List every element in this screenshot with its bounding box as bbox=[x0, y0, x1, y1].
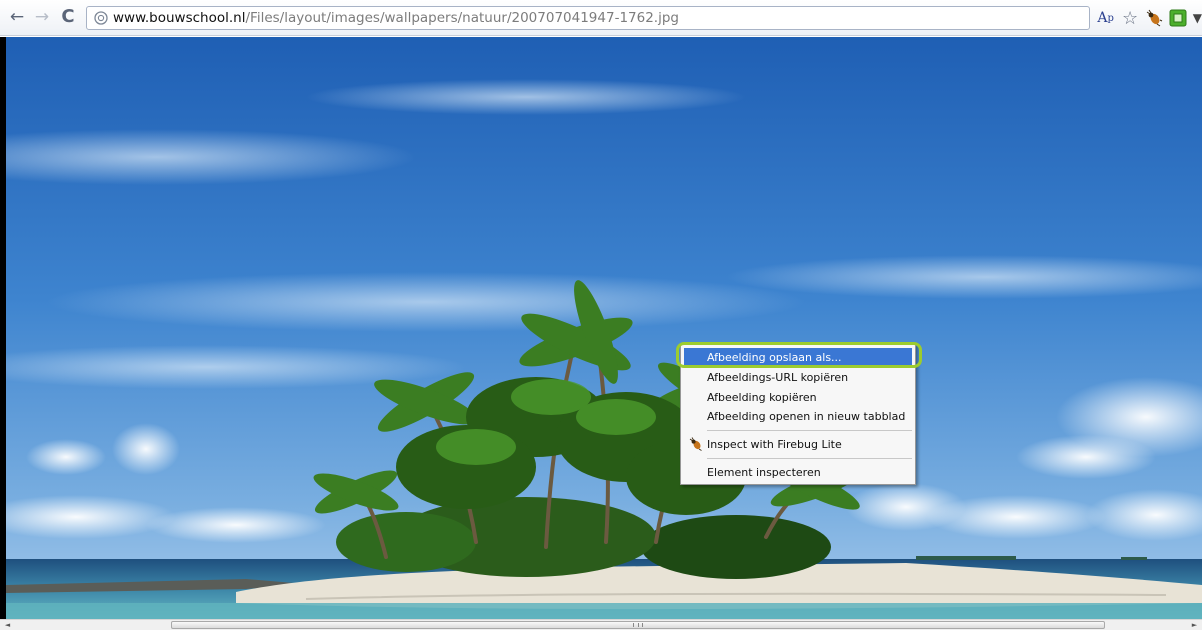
island-wallpaper-image[interactable] bbox=[6, 37, 1202, 619]
firebug-icon bbox=[688, 437, 704, 451]
menu-item-label: Afbeelding openen in nieuw tabblad bbox=[707, 409, 906, 423]
forward-button[interactable]: → bbox=[31, 6, 53, 28]
page-globe-icon bbox=[93, 10, 109, 26]
menu-item-label: Element inspecteren bbox=[707, 465, 821, 479]
scroll-left-arrow-icon[interactable]: ◄ bbox=[2, 620, 13, 630]
reload-icon: C bbox=[61, 6, 75, 27]
menu-item-open-image-new-tab[interactable]: Afbeelding openen in nieuw tabblad bbox=[684, 407, 912, 425]
browser-toolbar: ← → C www.bouwschool.nl /Files/layout/im… bbox=[0, 0, 1202, 36]
image-context-menu: Afbeelding opslaan als... Afbeeldings-UR… bbox=[680, 343, 916, 485]
menu-item-label: Afbeelding kopiëren bbox=[707, 390, 817, 404]
extension-icons: Ap ☆ ▼ bbox=[1092, 6, 1202, 30]
menu-item-inspect-firebug[interactable]: Inspect with Firebug Lite bbox=[684, 435, 912, 453]
menu-item-copy-image-url[interactable]: Afbeeldings-URL kopiëren bbox=[684, 368, 912, 386]
menu-item-save-image-as[interactable]: Afbeelding opslaan als... bbox=[684, 348, 912, 366]
back-button[interactable]: ← bbox=[6, 6, 28, 28]
menu-item-inspect-element[interactable]: Element inspecteren bbox=[684, 463, 912, 481]
url-host: www.bouwschool.nl bbox=[113, 10, 246, 26]
menu-item-label: Inspect with Firebug Lite bbox=[707, 437, 842, 451]
back-arrow-icon: ← bbox=[9, 6, 25, 27]
scrollbar-thumb[interactable] bbox=[171, 621, 1105, 629]
menu-separator bbox=[707, 458, 912, 459]
scroll-right-arrow-icon[interactable]: ► bbox=[1189, 620, 1200, 630]
horizontal-scrollbar[interactable]: ◄ ► bbox=[0, 619, 1202, 630]
url-path: /Files/layout/images/wallpapers/natuur/2… bbox=[245, 10, 679, 26]
menu-item-copy-image[interactable]: Afbeelding kopiëren bbox=[684, 388, 912, 406]
translate-icon[interactable]: Ap bbox=[1096, 8, 1115, 28]
scrollbar-grip-icon bbox=[633, 623, 643, 627]
reload-button[interactable]: C bbox=[57, 6, 79, 28]
forward-arrow-icon: → bbox=[34, 6, 50, 27]
toolbar-overflow-icon[interactable]: ▼ bbox=[1193, 8, 1202, 28]
address-bar[interactable]: www.bouwschool.nl /Files/layout/images/w… bbox=[86, 6, 1090, 30]
firebug-extension-icon[interactable] bbox=[1145, 8, 1163, 28]
menu-item-label: Afbeeldings-URL kopiëren bbox=[707, 370, 849, 384]
menu-separator bbox=[707, 430, 912, 431]
bookmark-star-icon[interactable]: ☆ bbox=[1121, 8, 1139, 29]
page-viewport bbox=[0, 37, 1202, 619]
menu-item-label: Afbeelding opslaan als... bbox=[707, 350, 842, 364]
green-extension-icon[interactable] bbox=[1169, 8, 1187, 28]
